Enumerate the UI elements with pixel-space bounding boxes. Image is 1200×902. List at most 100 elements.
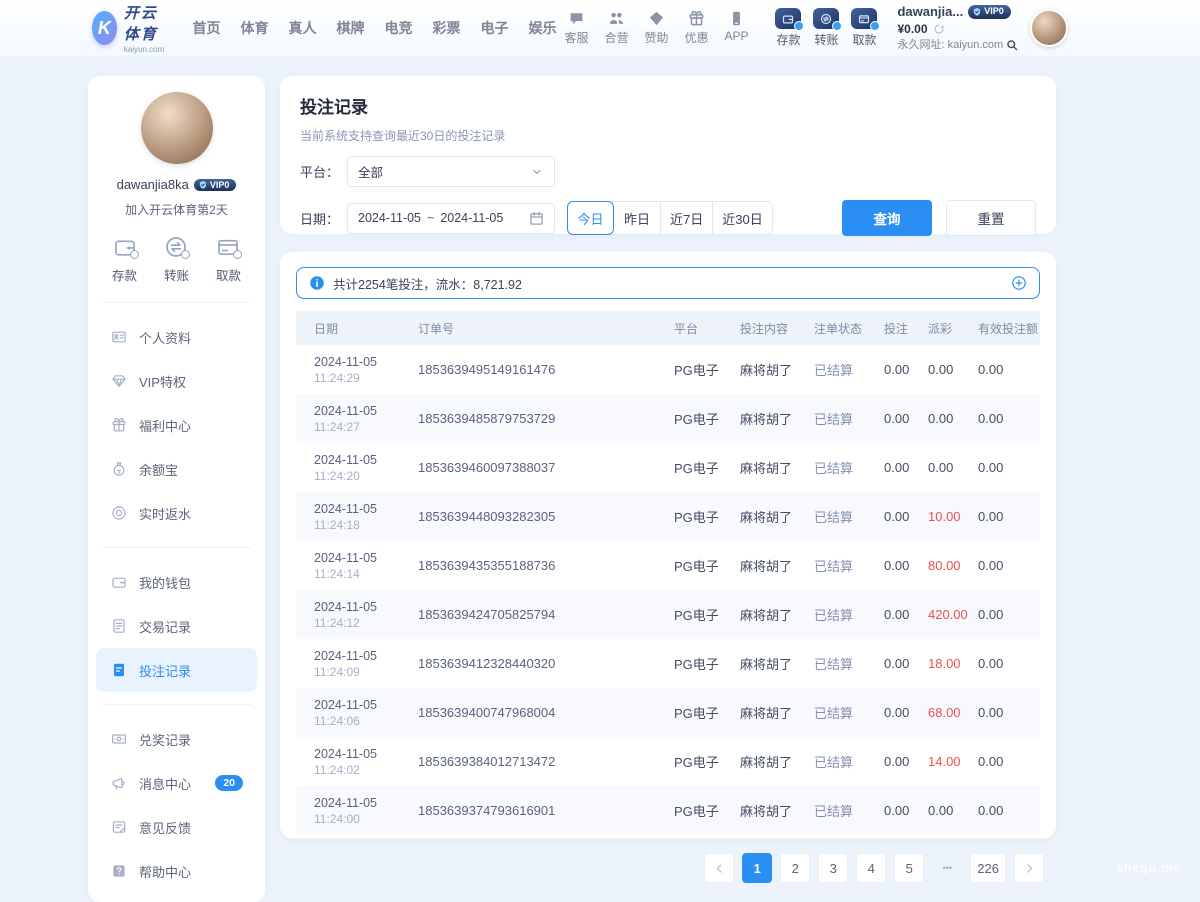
- page-button[interactable]: 3: [818, 853, 848, 883]
- cell-platform: PG电子: [674, 458, 740, 477]
- cell-valid-amount: 0.00: [978, 754, 1022, 769]
- sidebar-item[interactable]: 消息中心20: [96, 761, 257, 805]
- chevron-down-icon: [530, 165, 544, 179]
- quick-link[interactable]: 合营: [599, 10, 633, 46]
- sidebar-item[interactable]: 投注记录: [96, 648, 257, 692]
- wallet-action[interactable]: 转账: [813, 8, 839, 48]
- cell-order-no: 1853639384012713472: [418, 754, 674, 769]
- cell-valid-amount: 0.00: [978, 558, 1022, 573]
- nav-item[interactable]: 电竞: [381, 14, 415, 42]
- page-button[interactable]: 226: [970, 853, 1006, 883]
- cell-content: 麻将胡了: [740, 654, 814, 673]
- cell-status: 已结算: [814, 801, 884, 820]
- page-button[interactable]: 2: [780, 853, 810, 883]
- wallet-action[interactable]: 存款: [775, 8, 801, 48]
- doc-icon: [110, 618, 127, 634]
- table-row: 2024-11-0511:24:181853639448093282305PG电…: [296, 492, 1040, 541]
- cell-platform: PG电子: [674, 605, 740, 624]
- next-page-button[interactable]: [1014, 853, 1044, 883]
- nav-item[interactable]: 首页: [189, 14, 223, 42]
- reset-button[interactable]: 重置: [946, 200, 1036, 236]
- nav-item[interactable]: 真人: [285, 14, 319, 42]
- quick-link[interactable]: 赞助: [639, 10, 673, 46]
- page-button[interactable]: 1: [742, 853, 772, 883]
- cell-status: 已结算: [814, 605, 884, 624]
- refresh-balance-icon[interactable]: [933, 23, 945, 35]
- column-header: 派彩: [928, 320, 978, 337]
- wallet-action-label: 存款: [776, 31, 800, 48]
- cell-status: 已结算: [814, 703, 884, 722]
- card-icon: [851, 8, 877, 29]
- quick-link[interactable]: APP: [719, 10, 753, 46]
- cell-payout: 0.00: [928, 362, 978, 377]
- date-value: 2024-11-05: [314, 747, 418, 761]
- cell-bet: 0.00: [884, 509, 928, 524]
- sidebar-item[interactable]: 福利中心: [96, 403, 257, 447]
- query-button[interactable]: 查询: [842, 200, 932, 236]
- platform-select[interactable]: 全部: [347, 156, 555, 187]
- profile-vip-badge: VIP0: [194, 179, 237, 191]
- column-header: 日期: [314, 320, 418, 337]
- table-body: 2024-11-0511:24:291853639495149161476PG电…: [296, 345, 1040, 835]
- table-header-row: 日期订单号平台投注内容注单状态投注派彩有效投注额: [296, 311, 1040, 345]
- date-value: 2024-11-05: [314, 796, 418, 810]
- quick-range-group: 今日昨日近7日近30日: [567, 201, 773, 235]
- calendar-icon: [529, 211, 544, 226]
- cell-date: 2024-11-0511:24:27: [314, 404, 418, 434]
- header-username: dawanjia...: [897, 4, 963, 21]
- time-value: 11:24:18: [314, 518, 418, 532]
- time-value: 11:24:06: [314, 714, 418, 728]
- profile-avatar[interactable]: [141, 92, 213, 164]
- cell-status: 已结算: [814, 458, 884, 477]
- quick-range-button[interactable]: 近7日: [661, 202, 713, 234]
- quick-range-button[interactable]: 近30日: [713, 202, 771, 234]
- header-avatar[interactable]: [1030, 9, 1068, 47]
- date-range-input[interactable]: 2024-11-05 ~ 2024-11-05: [347, 203, 555, 234]
- quick-range-button[interactable]: 昨日: [614, 202, 661, 234]
- sidebar-item[interactable]: 余额宝: [96, 447, 257, 491]
- vip-level: VIP0: [984, 6, 1004, 18]
- page-button[interactable]: 4: [856, 853, 886, 883]
- page-button[interactable]: 5: [894, 853, 924, 883]
- wallet-action[interactable]: 取款: [851, 8, 877, 48]
- sidebar-item[interactable]: 我的钱包: [96, 560, 257, 604]
- prev-page-button[interactable]: [704, 853, 734, 883]
- nav-item[interactable]: 电子: [477, 14, 511, 42]
- sidebar-item[interactable]: 交易记录: [96, 604, 257, 648]
- table-row: 2024-11-0511:24:291853639495149161476PG电…: [296, 345, 1040, 394]
- wallet-action-label: 转账: [814, 31, 838, 48]
- note-icon: [110, 662, 127, 678]
- quick-range-button[interactable]: 今日: [567, 201, 614, 235]
- cell-order-no: 1853639400747968004: [418, 705, 674, 720]
- quick-links: 客服合营赞助优惠APP: [559, 10, 753, 46]
- cell-payout: 0.00: [928, 460, 978, 475]
- cell-order-no: 1853639435355188736: [418, 558, 674, 573]
- cell-order-no: 1853639460097388037: [418, 460, 674, 475]
- quick-link[interactable]: 客服: [559, 10, 593, 46]
- nav-item[interactable]: 棋牌: [333, 14, 367, 42]
- sidebar-item[interactable]: 实时返水: [96, 491, 257, 535]
- sidebar-item[interactable]: 兑奖记录: [96, 717, 257, 761]
- cell-platform: PG电子: [674, 703, 740, 722]
- sidebar-action[interactable]: 取款: [216, 235, 241, 284]
- sidebar-action[interactable]: 转账: [164, 235, 189, 284]
- expand-plus-icon[interactable]: [1011, 275, 1027, 291]
- sidebar-item[interactable]: 意见反馈: [96, 805, 257, 849]
- vip-shield-icon: [198, 180, 208, 190]
- nav-item[interactable]: 彩票: [429, 14, 463, 42]
- cell-bet: 0.00: [884, 754, 928, 769]
- wallet-icon: [110, 574, 127, 590]
- sidebar-item[interactable]: 帮助中心: [96, 849, 257, 893]
- search-icon[interactable]: [1006, 39, 1018, 51]
- sidebar-action[interactable]: 存款: [112, 235, 137, 284]
- nav-item[interactable]: 娱乐: [525, 14, 559, 42]
- sidebar-item[interactable]: VIP特权: [96, 359, 257, 403]
- date-value: 2024-11-05: [314, 355, 418, 369]
- cell-platform: PG电子: [674, 752, 740, 771]
- nav-item[interactable]: 体育: [237, 14, 271, 42]
- sidebar-item-label: 消息中心: [139, 774, 191, 793]
- quick-link[interactable]: 优惠: [679, 10, 713, 46]
- cell-status: 已结算: [814, 507, 884, 526]
- brand-logo[interactable]: K 开云体育 kaiyun.com: [92, 2, 173, 54]
- sidebar-item[interactable]: 个人资料: [96, 315, 257, 359]
